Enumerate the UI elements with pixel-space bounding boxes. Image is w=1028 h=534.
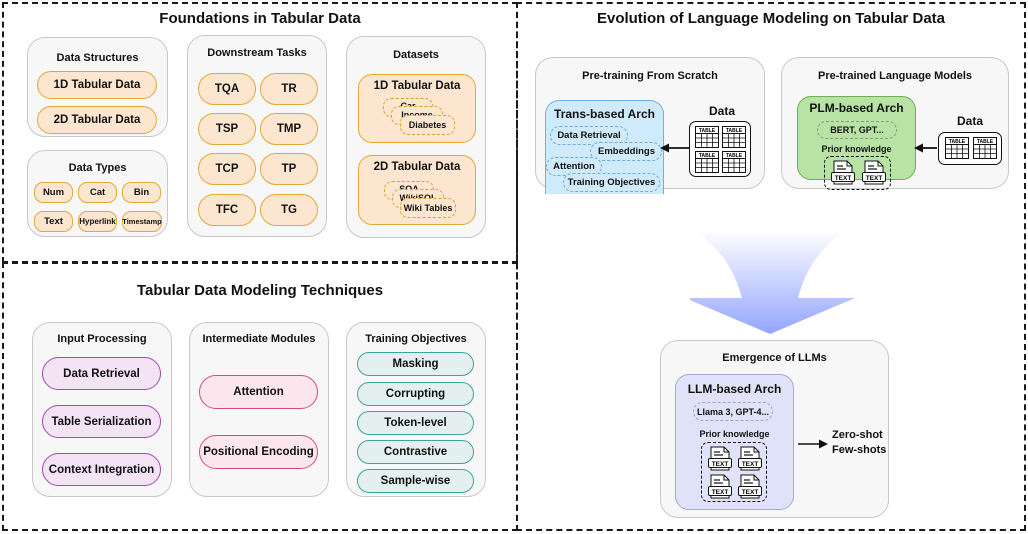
input-data-retrieval: Data Retrieval xyxy=(42,357,161,390)
datasets-group: Datasets 1D Tabular Data Car Income Diab… xyxy=(346,36,486,238)
llm-arch-title: LLM-based Arch xyxy=(687,382,782,396)
table-icon: TABLE xyxy=(722,151,746,178)
plm-data-arrow xyxy=(914,143,937,153)
input-processing-title: Input Processing xyxy=(57,333,147,345)
task-tp: TP xyxy=(260,153,318,185)
techniques-title: Tabular Data Modeling Techniques xyxy=(136,282,384,299)
llm-prior-label: Prior knowledge xyxy=(699,429,770,439)
dataset-1d-box: 1D Tabular Data Car Income Diabetes xyxy=(358,74,476,143)
plm-title: Pre-trained Language Models xyxy=(817,70,973,82)
input-processing-group: Input Processing Data Retrieval Table Se… xyxy=(32,322,172,497)
llm-prior-box: TEXT TEXT TEXT TEXT xyxy=(701,442,767,502)
plm-prior-box: TEXT TEXT xyxy=(824,156,891,190)
input-context-integration: Context Integration xyxy=(42,453,161,486)
llm-output-arrow xyxy=(798,439,828,449)
structure-1d: 1D Tabular Data xyxy=(37,71,157,99)
table-icon: TABLE xyxy=(695,126,719,153)
objective-corrupting: Corrupting xyxy=(357,382,474,406)
training-objectives-title: Training Objectives xyxy=(365,333,467,345)
plm-models-pill: BERT, GPT... xyxy=(817,121,897,139)
task-tsp: TSP xyxy=(198,113,256,145)
task-tr: TR xyxy=(260,73,318,105)
pretraining-data-box: TABLE TABLE TABLE TABLE xyxy=(689,121,751,177)
datasets-title: Datasets xyxy=(393,49,439,61)
plm-group: Pre-trained Language Models PLM-based Ar… xyxy=(781,57,1009,190)
type-timestamp: Timestamp xyxy=(122,211,162,232)
svg-text:TEXT: TEXT xyxy=(866,175,883,182)
data-types-group: Data Types Num Cat Bin Text Hyperlink Ti… xyxy=(27,150,168,237)
objective-masking: Masking xyxy=(357,352,474,376)
structure-2d: 2D Tabular Data xyxy=(37,106,157,134)
training-objectives-group: Training Objectives Masking Corrupting T… xyxy=(346,322,486,497)
pretraining-group: Pre-training From Scratch Trans-based Ar… xyxy=(535,57,765,194)
llm-group: Emergence of LLMs LLM-based Arch Llama 3… xyxy=(660,340,889,518)
text-document-icon: TEXT xyxy=(707,446,733,477)
intermediate-modules-group: Intermediate Modules Attention Positiona… xyxy=(189,322,329,497)
objective-sample-wise: Sample-wise xyxy=(357,469,474,493)
svg-text:TEXT: TEXT xyxy=(742,461,759,468)
plm-arch-title: PLM-based Arch xyxy=(809,101,904,115)
svg-text:TEXT: TEXT xyxy=(742,489,759,496)
intermediate-modules-title: Intermediate Modules xyxy=(202,333,316,345)
evolution-down-arrow xyxy=(690,230,855,334)
type-num: Num xyxy=(34,182,73,203)
task-tmp: TMP xyxy=(260,113,318,145)
pretraining-title: Pre-training From Scratch xyxy=(582,70,718,82)
llm-output-few-shots: Few-shots xyxy=(832,444,887,456)
llm-arch-box: LLM-based Arch Llama 3, GPT-4... Prior k… xyxy=(675,374,794,510)
foundations-title: Foundations in Tabular Data xyxy=(159,10,361,27)
trans-item-embeddings: Embeddings xyxy=(590,142,662,161)
objective-contrastive: Contrastive xyxy=(357,440,474,464)
trans-arch-box: Trans-based Arch Data Retrieval Embeddin… xyxy=(545,100,664,194)
llm-title: Emergence of LLMs xyxy=(722,352,827,364)
task-tg: TG xyxy=(260,194,318,226)
dataset-card-wikitables: Wiki Tables xyxy=(400,198,456,218)
svg-text:TEXT: TEXT xyxy=(712,489,729,496)
downstream-tasks-title: Downstream Tasks xyxy=(207,47,307,59)
objective-token-level: Token-level xyxy=(357,411,474,435)
llm-output-zero-shot: Zero-shot xyxy=(832,429,883,441)
pretraining-data-label: Data xyxy=(709,104,736,118)
module-attention: Attention xyxy=(199,375,318,409)
text-document-icon: TEXT xyxy=(737,474,763,505)
data-structures-group: Data Structures 1D Tabular Data 2D Tabul… xyxy=(27,37,168,137)
downstream-tasks-group: Downstream Tasks TQA TR TSP TMP TCP TP T… xyxy=(187,35,327,237)
table-icon: TABLE xyxy=(945,137,969,164)
type-cat: Cat xyxy=(78,182,117,203)
llm-models-pill: Llama 3, GPT-4... xyxy=(693,402,773,421)
dataset-card-diabetes: Diabetes xyxy=(400,115,455,135)
table-icon: TABLE xyxy=(695,151,719,178)
task-tfc: TFC xyxy=(198,194,256,226)
task-tqa: TQA xyxy=(198,73,256,105)
data-structures-title: Data Structures xyxy=(56,52,139,64)
type-bin: Bin xyxy=(122,182,161,203)
type-hyperlink: Hyperlink xyxy=(78,211,117,232)
dataset-2d-title: 2D Tabular Data xyxy=(373,161,461,173)
plm-arch-box: PLM-based Arch BERT, GPT... Prior knowle… xyxy=(797,96,916,190)
input-table-serialization: Table Serialization xyxy=(42,405,161,438)
trans-arch-title: Trans-based Arch xyxy=(554,107,655,121)
evolution-title: Evolution of Language Modeling on Tabula… xyxy=(596,10,946,27)
task-tcp: TCP xyxy=(198,153,256,185)
svg-text:TEXT: TEXT xyxy=(835,175,852,182)
dataset-1d-title: 1D Tabular Data xyxy=(373,80,461,92)
text-document-icon: TEXT xyxy=(830,160,856,191)
type-text: Text xyxy=(34,211,73,232)
table-icon: TABLE xyxy=(722,126,746,153)
plm-data-box: TABLE TABLE xyxy=(938,132,1002,165)
text-document-icon: TEXT xyxy=(707,474,733,505)
plm-data-label: Data xyxy=(957,114,984,128)
svg-text:TEXT: TEXT xyxy=(712,461,729,468)
text-document-icon: TEXT xyxy=(737,446,763,477)
plm-prior-label: Prior knowledge xyxy=(821,144,892,154)
module-positional-encoding: Positional Encoding xyxy=(199,435,318,469)
table-icon: TABLE xyxy=(973,137,997,164)
text-document-icon: TEXT xyxy=(861,160,887,191)
trans-item-training-objectives: Training Objectives xyxy=(563,173,660,192)
pretraining-data-arrow xyxy=(660,143,689,153)
dataset-2d-box: 2D Tabular Data SQA WikiSQL Wiki Tables xyxy=(358,155,476,225)
data-types-title: Data Types xyxy=(68,162,127,174)
